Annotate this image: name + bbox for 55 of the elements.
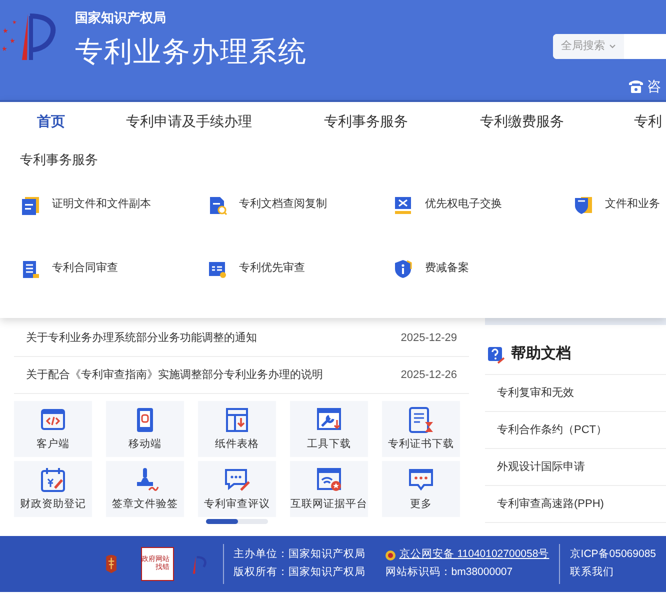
notice-date: 2025-12-26 — [400, 368, 457, 383]
footer-link[interactable]: 京公网安备 11040102700058号 — [399, 547, 550, 563]
nav-tab[interactable]: 专利 — [634, 110, 662, 132]
menu-item[interactable]: 文件和业务 — [605, 196, 660, 213]
nav-tab[interactable]: 专利申请及手续办理 — [126, 110, 252, 132]
menu-item[interactable]: 专利优先审查 — [239, 260, 305, 277]
calendar-edit-icon — [39, 466, 67, 494]
caret-icon — [609, 44, 616, 49]
notice-date: 2025-12-29 — [400, 330, 457, 346]
notice-link[interactable]: 关于专利业务办理系统部分业务功能调整的通知 — [26, 330, 257, 346]
footer-text: 京ICP备05069085 — [570, 547, 656, 562]
footer-text: 网站标识码：bm38000007 — [385, 565, 514, 580]
nav-tab[interactable]: 专利缴费服务 — [480, 110, 564, 132]
nav-tab[interactable]: 专利事务服务 — [324, 110, 408, 132]
info-shield-icon — [393, 258, 413, 278]
document-search-icon — [207, 194, 227, 214]
menu-item[interactable]: 费减备案 — [425, 260, 469, 277]
list-document-icon — [20, 258, 40, 278]
telephone-icon — [628, 79, 644, 94]
shortcut-tile[interactable]: 专利证书下载 — [382, 401, 460, 457]
menu-item[interactable]: 证明文件和文件副本 — [52, 196, 151, 213]
help-title: 帮助文档 — [511, 344, 571, 364]
certificate-icon — [407, 406, 435, 434]
footer-text: 版权所有：国家知识产权局 — [233, 565, 366, 580]
menu-item[interactable]: 专利合同审查 — [52, 260, 118, 277]
help-link[interactable]: 专利审查高速路(PPH) — [485, 486, 666, 523]
shortcut-tile[interactable]: 纸件表格 — [198, 401, 276, 457]
wifi-window-icon — [315, 466, 343, 494]
shortcut-tile[interactable]: 移动端 — [106, 401, 184, 457]
shortcut-tile[interactable]: 更多 — [382, 461, 460, 517]
help-link[interactable]: 专利复审和无效 — [485, 375, 666, 412]
scroll-indicator — [206, 519, 268, 524]
shortcut-tile[interactable]: 专利审查评议 — [198, 461, 276, 517]
shortcut-tile[interactable]: 互联网证据平台 — [290, 461, 368, 517]
menu-item[interactable]: 专利文档查阅复制 — [239, 196, 327, 213]
police-badge-icon — [385, 550, 396, 561]
menu-heading: 专利事务服务 — [19, 151, 99, 169]
help-link[interactable]: 专利合作条约（PCT） — [485, 412, 666, 449]
footer-text: 主办单位：国家知识产权局 — [233, 547, 366, 562]
notice-link[interactable]: 关于配合《专利审查指南》实施调整部分专利业务办理的说明 — [26, 366, 323, 384]
shortcut-tile[interactable]: 签章文件验签 — [106, 461, 184, 517]
shortcut-tile[interactable]: 工具下载 — [290, 401, 368, 457]
document-icon — [20, 194, 40, 214]
system-title: 专利业务办理系统 — [75, 36, 307, 68]
agency-name: 国家知识产权局 — [75, 10, 167, 28]
shield-icon — [573, 194, 593, 214]
shortcut-tile[interactable]: 客户端 — [14, 401, 92, 457]
nav-tab[interactable]: 首页 — [37, 110, 65, 132]
monitor-icon — [393, 194, 413, 214]
footer-link[interactable]: 联系我们 — [570, 565, 656, 581]
help-link[interactable]: 外观设计国际申请 — [485, 449, 666, 486]
table-download-icon — [223, 406, 251, 434]
shortcut-tile[interactable]: 财政资助登记 — [14, 461, 92, 517]
menu-item[interactable]: 优先权电子交换 — [425, 196, 502, 213]
consult-link[interactable]: 咨 — [647, 76, 661, 97]
